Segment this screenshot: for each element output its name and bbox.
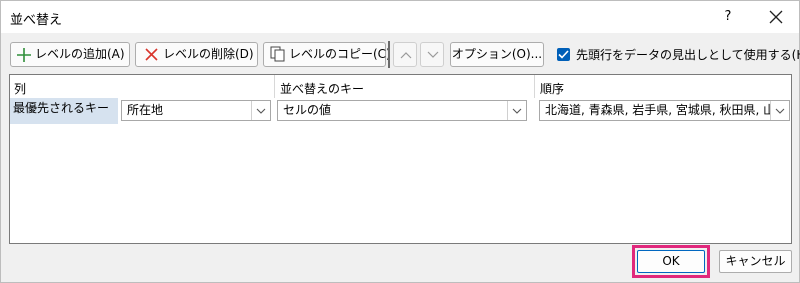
move-down-button[interactable]	[420, 42, 444, 67]
chevron-down-icon	[427, 51, 439, 58]
order-dropdown-value: 北海道, 青森県, 岩手県, 宮城県, 秋田県, 山形県	[545, 103, 790, 117]
order-dropdown-caret[interactable]	[770, 101, 789, 120]
column-dropdown-caret[interactable]	[251, 101, 270, 120]
checkmark-icon	[558, 50, 569, 59]
header-divider	[274, 75, 275, 98]
delete-x-icon	[145, 48, 158, 61]
header-row-checkbox-label[interactable]: 先頭行をデータの見出しとして使用する(H)	[576, 46, 800, 63]
dialog-title: 並べ替え	[10, 13, 63, 28]
help-button[interactable]: ?	[713, 3, 743, 31]
sort-on-dropdown[interactable]: セルの値	[277, 100, 527, 121]
toolbar-separator	[388, 41, 390, 68]
ok-button[interactable]: OK	[637, 250, 705, 273]
sort-level-row[interactable]: 最優先されるキー 所在地 セルの値 北海道, 青森県, 岩手県, 宮城県, 秋田…	[10, 98, 791, 124]
row-level-label: 最優先されるキー	[10, 98, 118, 124]
copy-level-button[interactable]: レベルのコピー(C)	[263, 42, 391, 67]
options-button[interactable]: オプション(O)...	[450, 42, 544, 67]
chevron-down-icon	[775, 108, 785, 114]
delete-level-button[interactable]: レベルの削除(D)	[135, 42, 258, 67]
add-level-button[interactable]: レベルの追加(A)	[10, 42, 130, 67]
header-row-checkbox[interactable]	[557, 48, 570, 61]
column-header-sort-on: 並べ替えのキー	[280, 82, 365, 96]
chevron-down-icon	[512, 108, 522, 114]
title-bar: 並べ替え ?	[1, 1, 799, 33]
plus-icon	[17, 48, 31, 62]
sort-on-dropdown-value: セルの値	[283, 103, 332, 117]
copy-icon	[270, 46, 285, 62]
close-icon	[769, 10, 783, 24]
copy-level-label: レベルのコピー(C)	[289, 47, 391, 61]
order-dropdown[interactable]: 北海道, 青森県, 岩手県, 宮城県, 秋田県, 山形県	[539, 100, 790, 121]
cancel-button[interactable]: キャンセル	[719, 250, 792, 273]
sort-levels-table: 列 並べ替えのキー 順序 最優先されるキー 所在地 セルの値 北海道, 青森県,…	[9, 74, 792, 244]
delete-level-label: レベルの削除(D)	[163, 47, 254, 61]
column-dropdown-value: 所在地	[127, 103, 164, 117]
column-header-order: 順序	[540, 82, 565, 96]
header-divider	[534, 75, 535, 98]
sort-dialog: 並べ替え ? レベルの追加(A) レベルの削除(D) レベルのコピー(C) オプ…	[0, 0, 800, 283]
column-dropdown[interactable]: 所在地	[121, 100, 271, 121]
chevron-up-icon	[400, 52, 412, 59]
column-header-column: 列	[14, 82, 27, 96]
move-up-button[interactable]	[393, 42, 417, 67]
add-level-label: レベルの追加(A)	[35, 47, 125, 61]
chevron-down-icon	[256, 108, 266, 114]
sort-on-dropdown-caret[interactable]	[507, 101, 526, 120]
close-button[interactable]	[759, 3, 793, 31]
